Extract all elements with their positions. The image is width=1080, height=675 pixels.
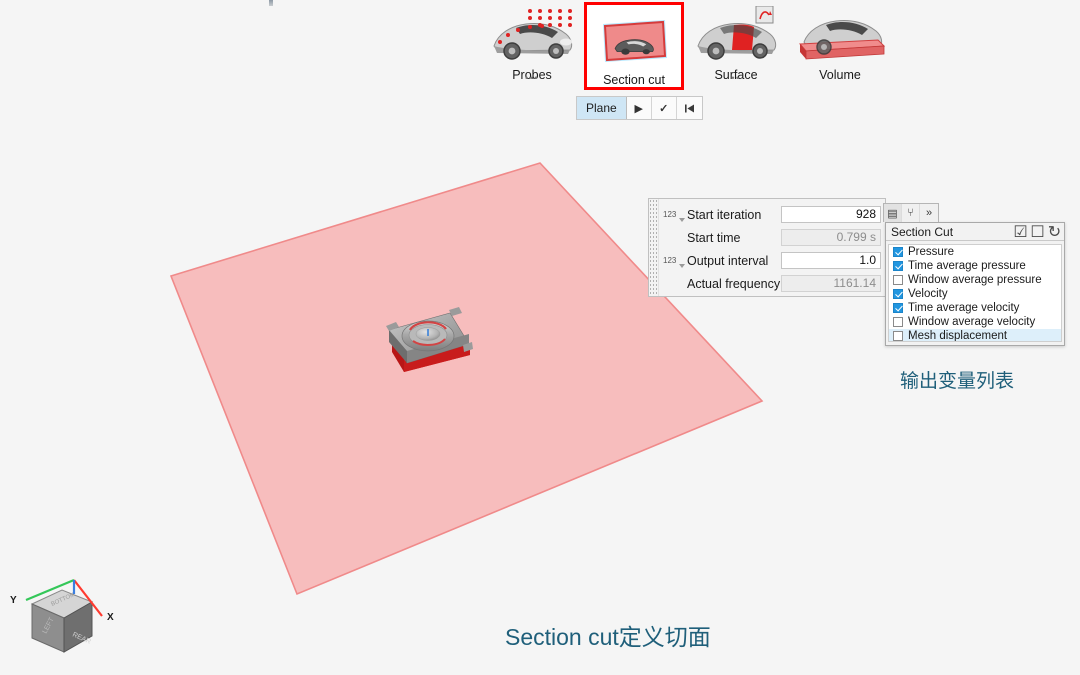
car-section-cut-icon xyxy=(586,9,682,71)
type-badge-text: 123 xyxy=(663,256,677,265)
uncheck-all-icon[interactable]: ☐ xyxy=(1030,224,1044,241)
variable-panel-actions: ☑ ☐ ↻ xyxy=(1013,224,1061,241)
expand-all-icon[interactable]: » xyxy=(920,204,938,222)
variable-checkbox-time-average-pressure[interactable] xyxy=(893,261,903,271)
ribbon-label-section-cut: Section cut xyxy=(603,73,665,87)
list-item[interactable]: Mesh displacement xyxy=(889,329,1061,342)
car-surface-icon xyxy=(688,4,784,66)
ribbon-item-surface[interactable]: •• Surface xyxy=(684,0,788,96)
properties-panel: 123 Start iteration 928 Start time 0.799… xyxy=(648,198,886,297)
reset-icon xyxy=(684,104,694,112)
plane-type-dropdown[interactable]: Plane xyxy=(577,97,627,119)
variable-label: Window average velocity xyxy=(908,316,1036,328)
property-label-start-time: Start time xyxy=(687,230,741,245)
table-row: Start time 0.799 s xyxy=(659,226,885,249)
car-probes-icon xyxy=(484,4,580,66)
plane-toolbar: Plane ▶ ✓ xyxy=(576,96,703,120)
actual-frequency-value: 1161.14 xyxy=(781,275,881,292)
tree-view-icon[interactable]: ⑂ xyxy=(902,204,920,222)
list-item[interactable]: Time average velocity xyxy=(889,301,1061,315)
orientation-axis-triad[interactable]: LEFT REAR BOTTOM Y X xyxy=(4,556,124,671)
visualization-ribbon: ••• Probes Section cut •• Surface Volume xyxy=(480,0,910,96)
screenshot-root: ••• Probes Section cut •• Surface Volume… xyxy=(0,0,1080,675)
ribbon-item-volume[interactable]: Volume xyxy=(788,0,892,96)
annotation-caption: Section cut定义切面 xyxy=(505,624,711,650)
table-row[interactable]: 123 Start iteration 928 xyxy=(659,203,885,226)
variable-checkbox-velocity[interactable] xyxy=(893,289,903,299)
list-item[interactable]: Time average pressure xyxy=(889,259,1061,273)
ribbon-label-volume: Volume xyxy=(819,68,861,82)
viewport-top-fragment xyxy=(269,0,273,6)
property-label-actual-frequency: Actual frequency xyxy=(687,276,781,291)
list-item[interactable]: Window average pressure xyxy=(889,273,1061,287)
car-volume-icon xyxy=(792,4,888,66)
axis-label-x: X xyxy=(107,612,114,623)
variable-list-panel: Section Cut ☑ ☐ ↻ Pressure Time average … xyxy=(885,222,1065,346)
property-label-start-iteration: Start iteration xyxy=(687,207,762,222)
variable-list: Pressure Time average pressure Window av… xyxy=(888,244,1062,342)
probes-overflow-dots: ••• xyxy=(525,73,539,83)
list-view-icon[interactable]: ▤ xyxy=(884,204,902,222)
start-time-value: 0.799 s xyxy=(781,229,881,246)
variable-label: Time average pressure xyxy=(908,260,1026,272)
variable-panel-tabs: ▤ ⑂ » xyxy=(883,203,939,222)
variable-label: Pressure xyxy=(908,246,955,258)
confirm-button[interactable]: ✓ xyxy=(651,97,677,119)
table-row[interactable]: 123 Output interval 1.0 xyxy=(659,249,885,272)
list-item[interactable]: Pressure xyxy=(889,245,1061,259)
variable-label: Velocity xyxy=(908,288,948,300)
type-badge: 123 xyxy=(661,210,687,222)
table-row: Actual frequency 1161.14 xyxy=(659,272,885,295)
play-button[interactable]: ▶ xyxy=(626,97,652,119)
axis-label-y: Y xyxy=(10,595,17,606)
ribbon-item-section-cut[interactable]: Section cut xyxy=(584,2,684,90)
chevron-down-icon xyxy=(679,264,685,268)
list-item[interactable]: Window average velocity xyxy=(889,315,1061,329)
variable-label: Window average pressure xyxy=(908,274,1042,286)
variable-panel-header: Section Cut ☑ ☐ ↻ xyxy=(886,223,1064,241)
panel-title: Section Cut xyxy=(891,224,954,239)
ribbon-item-probes[interactable]: ••• Probes xyxy=(480,0,584,96)
check-all-icon[interactable]: ☑ xyxy=(1013,224,1027,241)
triad-graphic: LEFT REAR BOTTOM Y X xyxy=(10,578,114,653)
property-label-output-interval: Output interval xyxy=(687,253,769,268)
properties-rows: 123 Start iteration 928 Start time 0.799… xyxy=(659,199,885,296)
surface-overflow-dots: •• xyxy=(731,73,741,83)
reset-button[interactable] xyxy=(676,97,702,119)
variable-checkbox-pressure[interactable] xyxy=(893,247,903,257)
variable-label: Mesh displacement xyxy=(908,330,1008,342)
variable-label: Time average velocity xyxy=(908,302,1020,314)
orientation-cube[interactable]: LEFT REAR BOTTOM xyxy=(30,589,94,653)
variable-checkbox-time-average-velocity[interactable] xyxy=(893,303,903,313)
variable-checkbox-window-average-velocity[interactable] xyxy=(893,317,903,327)
annotation-variable-list: 输出变量列表 xyxy=(900,371,1015,392)
type-badge-text: 123 xyxy=(663,210,677,219)
type-badge: 123 xyxy=(661,256,687,268)
panel-drag-rail[interactable] xyxy=(649,199,659,296)
refresh-icon[interactable]: ↻ xyxy=(1048,224,1061,241)
variable-checkbox-window-average-pressure[interactable] xyxy=(893,275,903,285)
list-item[interactable]: Velocity xyxy=(889,287,1061,301)
chevron-down-icon xyxy=(679,218,685,222)
output-interval-input[interactable]: 1.0 xyxy=(781,252,881,269)
start-iteration-input[interactable]: 928 xyxy=(781,206,881,223)
variable-checkbox-mesh-displacement[interactable] xyxy=(893,331,903,341)
